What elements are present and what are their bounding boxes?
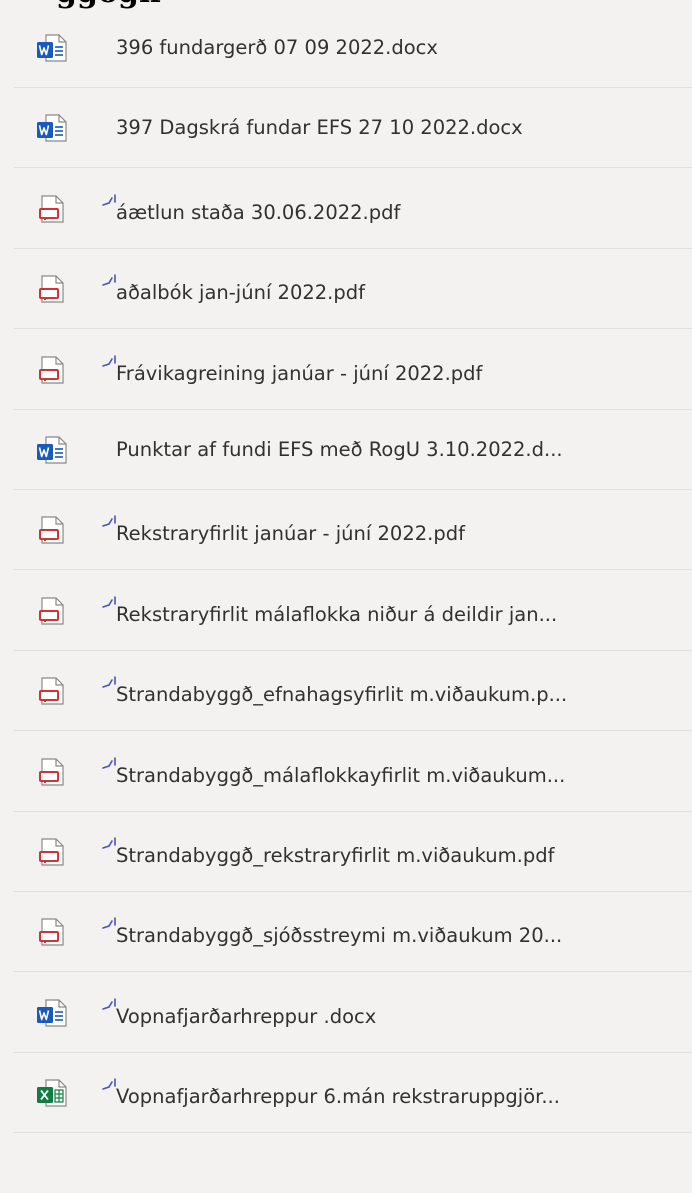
file-name[interactable]: Punktar af fundi EFS með RogU 3.10.2022.…	[116, 438, 563, 462]
section-heading-fragment: ggogn	[56, 0, 161, 8]
file-name[interactable]: 397 Dagskrá fundar EFS 27 10 2022.docx	[116, 116, 523, 140]
pdf-file-icon	[35, 917, 69, 947]
file-name[interactable]: Strandabyggð_sjóðsstreymi m.viðaukum 20.…	[116, 924, 562, 948]
file-name[interactable]: Vopnafjarðarhreppur .docx	[116, 1005, 376, 1029]
file-name[interactable]: Rekstraryfirlit málaflokka niður á deild…	[116, 603, 557, 627]
pdf-file-icon	[35, 515, 69, 545]
word-doc-icon	[35, 435, 69, 465]
pdf-file-icon	[35, 194, 69, 224]
pdf-file-icon	[35, 757, 69, 787]
file-row[interactable]: Strandabyggð_sjóðsstreymi m.viðaukum 20.…	[0, 892, 692, 973]
file-row[interactable]: Rekstraryfirlit janúar - júní 2022.pdf	[0, 490, 692, 571]
file-row[interactable]: aðalbók jan-júní 2022.pdf	[0, 249, 692, 330]
file-row[interactable]: Vopnafjarðarhreppur .docx	[0, 973, 692, 1053]
file-name[interactable]: Vopnafjarðarhreppur 6.mán rekstraruppgjö…	[116, 1085, 560, 1109]
word-doc-icon	[35, 33, 69, 63]
file-row[interactable]: Strandabyggð_efnahagsyfirlit m.viðaukum.…	[0, 651, 692, 732]
file-name[interactable]: Frávikagreining janúar - júní 2022.pdf	[116, 362, 482, 386]
file-row[interactable]: 396 fundargerð 07 09 2022.docx	[0, 8, 692, 88]
file-name[interactable]: Strandabyggð_efnahagsyfirlit m.viðaukum.…	[116, 683, 567, 707]
file-row[interactable]: Frávikagreining janúar - júní 2022.pdf	[0, 330, 692, 410]
pdf-file-icon	[35, 837, 69, 867]
file-row[interactable]: Vopnafjarðarhreppur 6.mán rekstraruppgjö…	[0, 1053, 692, 1134]
file-name[interactable]: Rekstraryfirlit janúar - júní 2022.pdf	[116, 522, 465, 546]
file-row[interactable]: áætlun staða 30.06.2022.pdf	[0, 169, 692, 249]
file-name[interactable]: aðalbók jan-júní 2022.pdf	[116, 281, 365, 305]
file-row[interactable]: 397 Dagskrá fundar EFS 27 10 2022.docx	[0, 88, 692, 169]
word-doc-icon	[35, 998, 69, 1028]
word-doc-icon	[35, 113, 69, 143]
pdf-file-icon	[35, 274, 69, 304]
pdf-file-icon	[35, 596, 69, 626]
file-row[interactable]: Punktar af fundi EFS með RogU 3.10.2022.…	[0, 410, 692, 490]
file-row[interactable]: Strandabyggð_málaflokkayfirlit m.viðauku…	[0, 732, 692, 812]
file-name[interactable]: Strandabyggð_rekstraryfirlit m.viðaukum.…	[116, 844, 554, 868]
pdf-file-icon	[35, 355, 69, 385]
file-name[interactable]: áætlun staða 30.06.2022.pdf	[116, 201, 400, 225]
file-row[interactable]: Strandabyggð_rekstraryfirlit m.viðaukum.…	[0, 812, 692, 892]
pdf-file-icon	[35, 676, 69, 706]
file-row[interactable]: Rekstraryfirlit málaflokka niður á deild…	[0, 571, 692, 651]
file-name[interactable]: Strandabyggð_málaflokkayfirlit m.viðauku…	[116, 764, 565, 788]
file-name[interactable]: 396 fundargerð 07 09 2022.docx	[116, 36, 438, 60]
excel-file-icon	[35, 1078, 69, 1108]
